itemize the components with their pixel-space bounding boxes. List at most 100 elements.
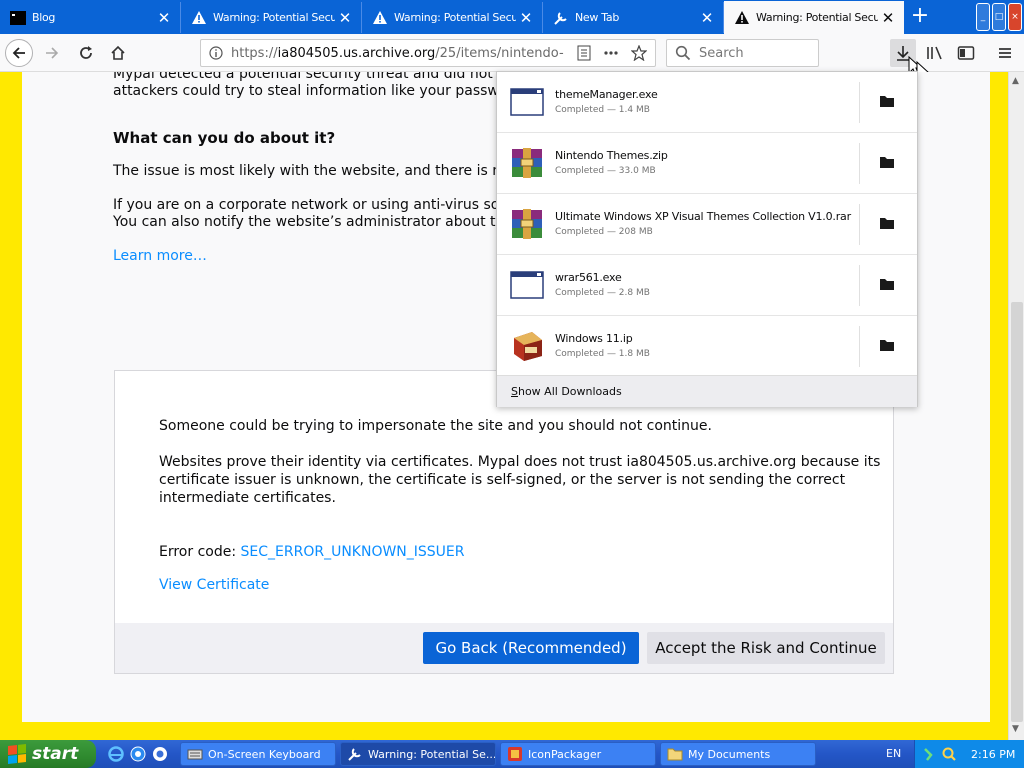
tab-warning-1[interactable]: Warning: Potential Security Risk Ahead ✕: [181, 2, 362, 33]
close-tab-icon[interactable]: ✕: [154, 9, 174, 27]
home-button[interactable]: [104, 39, 132, 67]
more-actions-icon[interactable]: [603, 45, 619, 61]
tab-title: Warning: Potential Security Risk Ahead: [213, 11, 335, 24]
download-status: Completed — 33.0 MB: [555, 166, 656, 176]
winrar-archive-icon: [512, 148, 542, 178]
reload-icon: [80, 46, 92, 59]
info-icon[interactable]: [209, 46, 223, 60]
maximize-button[interactable]: □: [992, 3, 1006, 31]
warning-paragraph-line: Mypal detected a potential security thre…: [113, 72, 559, 82]
download-item[interactable]: wrar561.exe Completed — 2.8 MB: [497, 255, 917, 316]
forward-button[interactable]: [38, 39, 66, 67]
tab-warning-active[interactable]: Warning: Potential Security Risk Ahead ✕: [724, 1, 904, 34]
tab-blog[interactable]: Blog ✕: [0, 2, 181, 33]
download-item[interactable]: Ultimate Windows XP Visual Themes Collec…: [497, 194, 917, 255]
folder-icon[interactable]: [879, 94, 895, 108]
taskbar-button-iconpackager[interactable]: IconPackager: [500, 742, 656, 766]
network-tray-icon[interactable]: [923, 746, 939, 762]
download-filename: Ultimate Windows XP Visual Themes Collec…: [555, 210, 851, 223]
url-bar[interactable]: https://ia804505.us.archive.org/25/items…: [200, 39, 656, 67]
close-tab-icon[interactable]: ✕: [516, 9, 536, 27]
menu-button[interactable]: [992, 39, 1018, 67]
accept-risk-button[interactable]: Accept the Risk and Continue: [647, 632, 885, 664]
sidebar-icon: [957, 46, 975, 60]
url-actions: [577, 45, 655, 61]
certificate-text-line: intermediate certificates.: [159, 490, 336, 506]
close-tab-icon[interactable]: ✕: [878, 9, 898, 27]
library-button[interactable]: [922, 39, 948, 67]
tab-title: Warning: Potential Security Risk Ahead: [394, 11, 516, 24]
divider: [859, 204, 860, 245]
close-window-button[interactable]: ×: [1008, 3, 1022, 31]
divider: [859, 326, 860, 367]
navigation-toolbar: https://ia804505.us.archive.org/25/items…: [0, 34, 1024, 80]
search-bar[interactable]: Search: [666, 39, 819, 67]
back-button[interactable]: [5, 39, 33, 67]
clock[interactable]: 2:16 PM: [971, 748, 1015, 761]
download-item[interactable]: Windows 11.ip Completed — 1.8 MB: [497, 316, 917, 377]
internet-explorer-icon[interactable]: [106, 744, 126, 764]
reader-view-icon[interactable]: [577, 45, 591, 61]
media-player-icon[interactable]: [150, 744, 170, 764]
folder-icon[interactable]: [879, 338, 895, 352]
arrow-left-icon: [12, 47, 25, 59]
show-all-downloads-button[interactable]: Show All Downloads: [497, 375, 917, 407]
wrench-app-icon: [348, 748, 361, 761]
folder-icon[interactable]: [879, 216, 895, 230]
new-tab-button[interactable]: +: [906, 4, 934, 30]
home-icon: [111, 45, 125, 60]
impersonate-text: Someone could be trying to impersonate t…: [159, 418, 712, 434]
minimize-button[interactable]: _: [976, 3, 990, 31]
download-status: Completed — 1.8 MB: [555, 349, 650, 359]
taskbar-button-my-documents[interactable]: My Documents: [660, 742, 816, 766]
folder-icon[interactable]: [879, 155, 895, 169]
warning-paragraph-line: attackers could try to steal information…: [113, 83, 534, 99]
download-filename: wrar561.exe: [555, 271, 622, 284]
certificate-text-line: certificate issuer is unknown, the certi…: [159, 472, 846, 488]
divider: [859, 265, 860, 306]
start-button[interactable]: start: [0, 740, 96, 768]
tab-title: New Tab: [575, 11, 620, 24]
taskbar-button-onscreen-keyboard[interactable]: On-Screen Keyboard: [180, 742, 336, 766]
error-code-link[interactable]: SEC_ERROR_UNKNOWN_ISSUER: [241, 544, 465, 560]
browser-quicklaunch-icon[interactable]: [128, 744, 148, 764]
tab-warning-2[interactable]: Warning: Potential Security Risk Ahead ✕: [362, 2, 543, 33]
language-indicator[interactable]: EN: [886, 747, 901, 760]
tab-new-tab[interactable]: New Tab ✕: [543, 2, 724, 33]
tab-title: Warning: Potential Security Risk Ahead: [756, 11, 878, 24]
search-tray-icon[interactable]: [941, 746, 957, 762]
downloads-panel: themeManager.exe Completed — 1.4 MB Nint…: [496, 71, 918, 407]
vertical-scrollbar[interactable]: ▲ ▼: [1008, 72, 1024, 740]
url-text: https://ia804505.us.archive.org/25/items…: [231, 45, 564, 61]
system-tray: 2:16 PM: [914, 740, 1024, 768]
warning-icon: [191, 10, 207, 26]
advanced-panel: Someone could be trying to impersonate t…: [114, 370, 894, 674]
issue-paragraph: The issue is most likely with the websit…: [113, 163, 537, 179]
download-filename: themeManager.exe: [555, 88, 658, 101]
scroll-down-icon[interactable]: ▼: [1012, 724, 1019, 734]
sidebar-button[interactable]: [953, 39, 979, 67]
folder-icon[interactable]: [879, 277, 895, 291]
library-icon: [927, 46, 942, 60]
download-status: Completed — 2.8 MB: [555, 288, 650, 298]
close-tab-icon[interactable]: ✕: [697, 9, 717, 27]
learn-more-link[interactable]: Learn more…: [113, 248, 207, 265]
view-certificate-link[interactable]: View Certificate: [159, 576, 269, 594]
taskbar: start On-Screen Keyboard Warning: Potent…: [0, 740, 1024, 768]
certificate-text-line: Websites prove their identity via certif…: [159, 454, 881, 470]
arrow-right-icon: [46, 47, 59, 59]
exe-window-icon: [510, 88, 544, 116]
corporate-paragraph-line: You can also notify the website’s admini…: [113, 214, 527, 230]
close-tab-icon[interactable]: ✕: [335, 9, 355, 27]
taskbar-button-browser[interactable]: Warning: Potential Se...: [340, 742, 496, 766]
go-back-button[interactable]: Go Back (Recommended): [423, 632, 639, 664]
bookmark-star-icon[interactable]: [631, 45, 647, 61]
window-controls: _ □ ×: [976, 3, 1022, 31]
download-item[interactable]: Nintendo Themes.zip Completed — 33.0 MB: [497, 133, 917, 194]
download-item[interactable]: themeManager.exe Completed — 1.4 MB: [497, 72, 917, 133]
scroll-up-icon[interactable]: ▲: [1012, 76, 1019, 86]
warning-icon: [734, 10, 750, 26]
error-code-line: Error code: SEC_ERROR_UNKNOWN_ISSUER: [159, 543, 465, 561]
reload-button[interactable]: [72, 39, 100, 67]
scrollbar-thumb[interactable]: [1011, 302, 1023, 722]
